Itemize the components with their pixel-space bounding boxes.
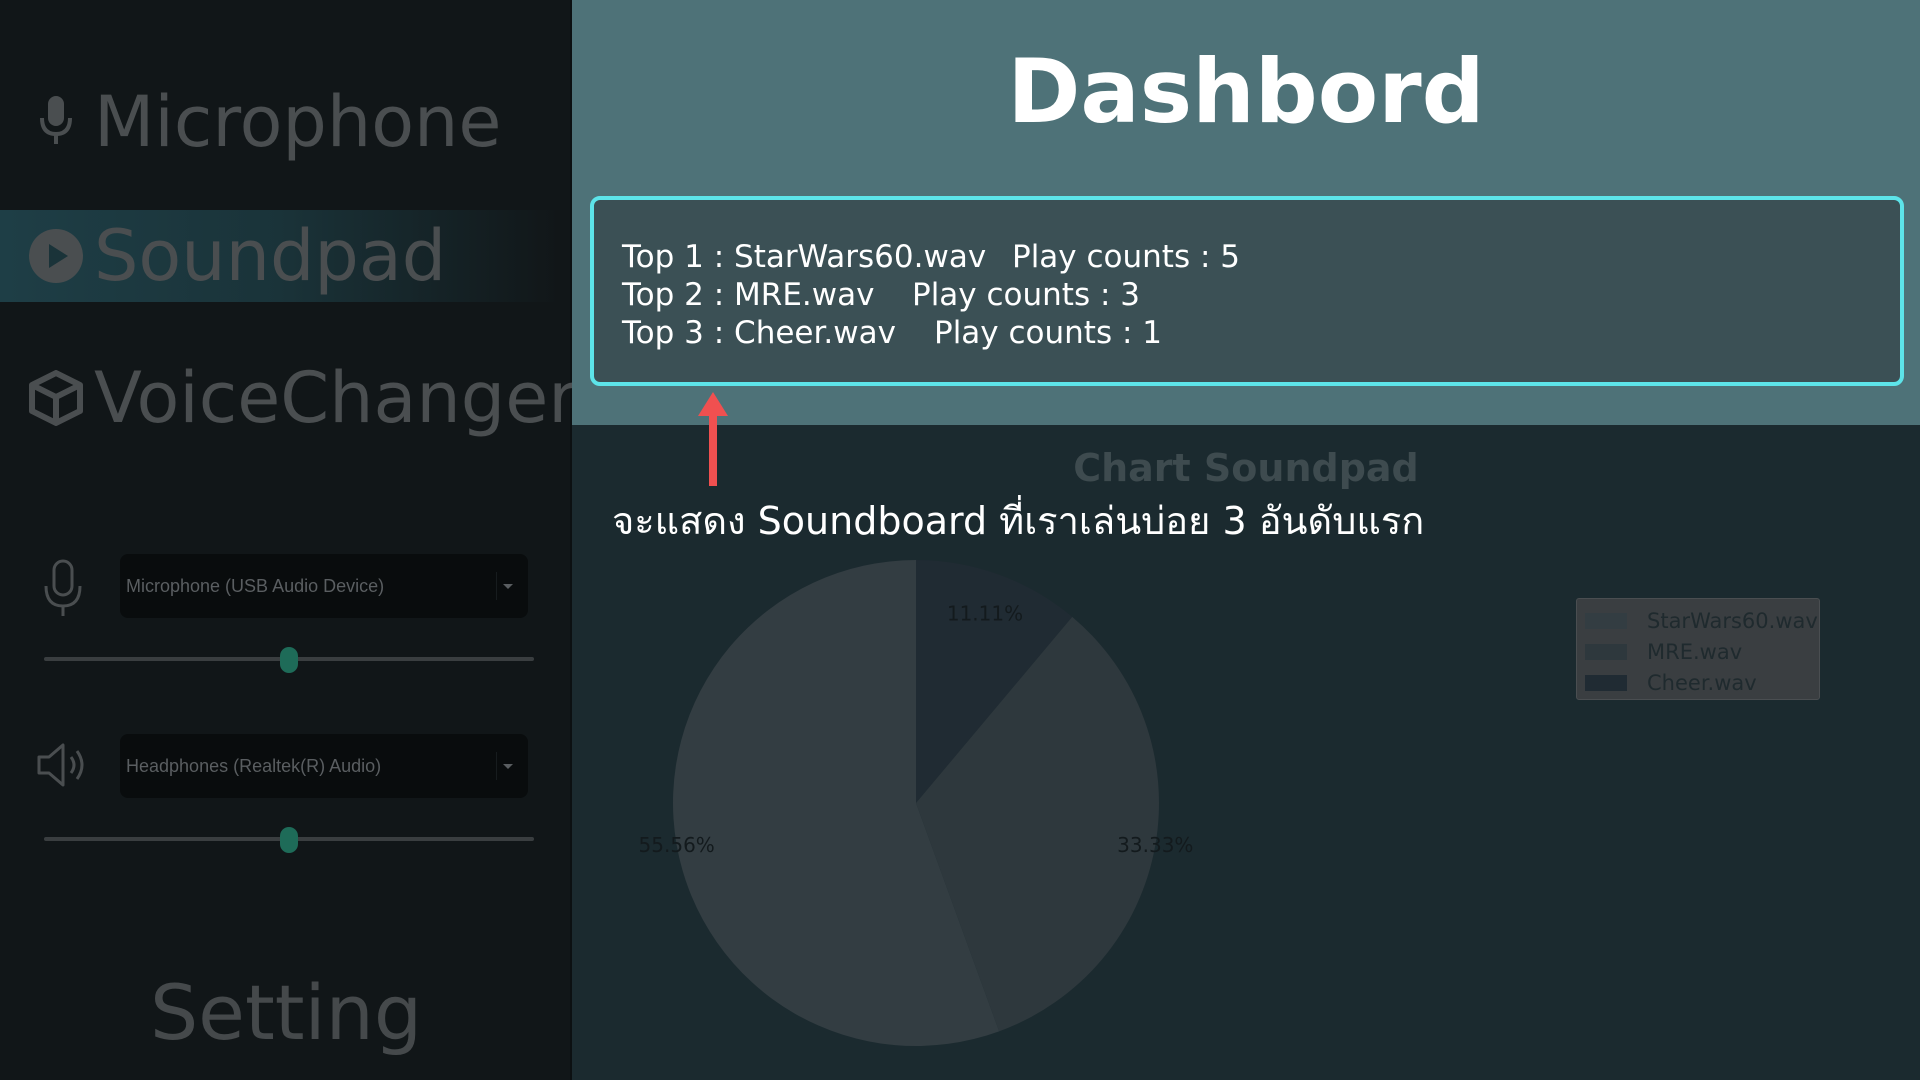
output-device-select[interactable]: Headphones (Realtek(R) Audio) — [120, 734, 528, 798]
sidebar-item-label: Soundpad — [94, 215, 447, 297]
microphone-outline-icon — [28, 554, 98, 624]
dashboard-header: Dashbord Top 1 : StarWars60.wav Play cou… — [572, 0, 1920, 425]
top-sounds-box: Top 1 : StarWars60.wav Play counts : 5 T… — [590, 196, 1904, 386]
legend-item: MRE.wav — [1585, 636, 1819, 667]
sidebar-item-label: VoiceChanger — [94, 357, 578, 439]
legend-label: MRE.wav — [1647, 639, 1743, 664]
legend-swatch — [1585, 612, 1627, 629]
legend-label: StarWars60.wav — [1647, 608, 1818, 633]
output-device-value: Headphones (Realtek(R) Audio) — [126, 755, 382, 776]
app-window: Microphone Soundpad VoiceChanger Microph… — [0, 0, 1920, 1080]
speaker-icon — [28, 730, 98, 800]
pie-label: 55.56% — [639, 833, 715, 857]
top-play-count: Play counts : 1 — [934, 315, 1162, 351]
sidebar-item-voicechanger[interactable]: VoiceChanger — [0, 352, 577, 444]
page-title: Dashbord — [1007, 40, 1485, 143]
microphone-icon — [28, 94, 84, 150]
chart-legend: StarWars60.wav MRE.wav Cheer.wav — [1576, 598, 1820, 700]
legend-item: StarWars60.wav — [1585, 605, 1819, 636]
pie-label: 33.33% — [1117, 833, 1193, 857]
chart-title: Chart Soundpad — [1073, 446, 1419, 490]
sidebar-item-soundpad[interactable]: Soundpad — [0, 210, 560, 302]
sidebar: Microphone Soundpad VoiceChanger Microph… — [0, 0, 577, 1080]
annotation-arrow-icon — [698, 392, 728, 486]
legend-swatch — [1585, 643, 1627, 660]
legend-swatch — [1585, 674, 1627, 691]
cube-icon — [28, 370, 84, 426]
pie-label: 11.11% — [947, 601, 1023, 625]
legend-label: Cheer.wav — [1647, 670, 1757, 695]
chevron-down-icon — [496, 572, 516, 600]
top-rank-name: Top 3 : Cheer.wav — [622, 315, 896, 351]
input-device-select[interactable]: Microphone (USB Audio Device) — [120, 554, 528, 618]
chevron-down-icon — [496, 752, 516, 780]
slider-thumb[interactable] — [280, 647, 298, 673]
top-list-item: Top 3 : Cheer.wav Play counts : 1 — [622, 314, 1872, 352]
top-play-count: Play counts : 3 — [912, 277, 1140, 313]
play-circle-icon — [28, 228, 84, 284]
annotation-text: จะแสดง Soundboard ที่เราเล่นบ่อย 3 อันดั… — [612, 499, 1425, 543]
output-volume-slider[interactable] — [44, 824, 534, 854]
top-rank-name: Top 2 : MRE.wav — [622, 277, 875, 313]
input-device-value: Microphone (USB Audio Device) — [126, 575, 385, 596]
sidebar-item-label: Microphone — [94, 81, 502, 163]
legend-item: Cheer.wav — [1585, 667, 1819, 698]
input-volume-slider[interactable] — [44, 644, 534, 674]
sidebar-item-microphone[interactable]: Microphone — [0, 76, 560, 168]
setting-button[interactable]: Setting — [0, 968, 572, 1057]
top-list-item: Top 1 : StarWars60.wav Play counts : 5 — [622, 238, 1872, 276]
top-list-item: Top 2 : MRE.wav Play counts : 3 — [622, 276, 1872, 314]
top-rank-name: Top 1 : StarWars60.wav — [622, 239, 987, 275]
top-play-count: Play counts : 5 — [1012, 239, 1240, 275]
slider-thumb[interactable] — [280, 827, 298, 853]
